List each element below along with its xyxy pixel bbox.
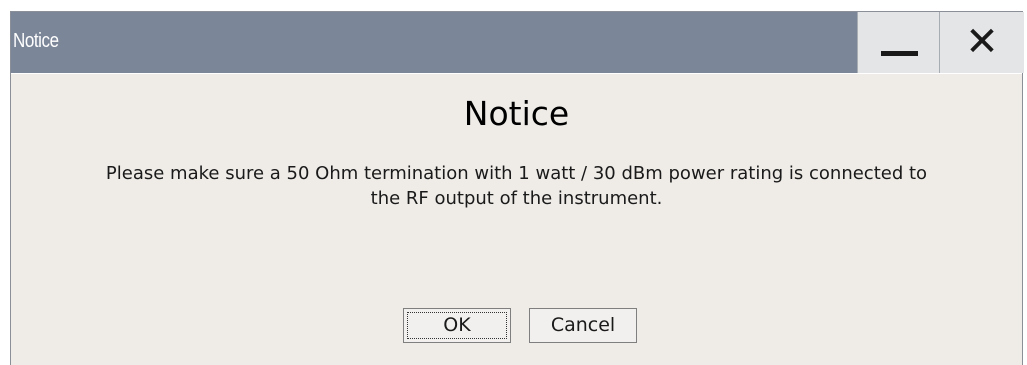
minimize-button[interactable] <box>857 12 940 73</box>
notice-message-line-1: Please make sure a 50 Ohm termination wi… <box>105 163 928 184</box>
notice-message: Please make sure a 50 Ohm termination wi… <box>11 161 1022 211</box>
notice-dialog: Notice ✕ Notice Please make sure a 50 Oh… <box>10 11 1024 365</box>
window-title: Notice <box>13 30 59 52</box>
notice-message-line-2: the RF output of the instrument. <box>370 188 663 209</box>
dialog-heading: Notice <box>463 94 570 133</box>
ok-button[interactable]: OK <box>403 308 511 343</box>
title-bar[interactable]: Notice ✕ <box>11 12 1024 74</box>
close-button[interactable]: ✕ <box>939 12 1024 73</box>
minimize-icon <box>881 51 918 56</box>
cancel-button[interactable]: Cancel <box>529 308 637 343</box>
close-icon: ✕ <box>965 19 999 65</box>
